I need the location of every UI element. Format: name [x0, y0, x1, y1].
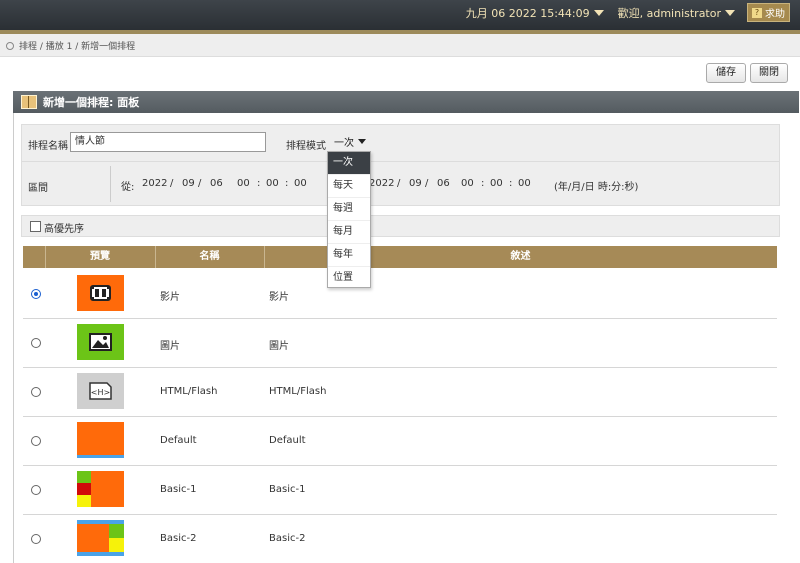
table-row[interactable]: Default Default	[23, 417, 777, 466]
schedule-name-input[interactable]: 情人節	[70, 132, 266, 152]
user-menu[interactable]: 歡迎, administrator	[618, 5, 735, 21]
datetime-dropdown[interactable]: 九月 06 2022 15:44:09	[466, 5, 604, 21]
date-sep: /	[170, 178, 174, 189]
row-radio[interactable]	[31, 485, 41, 495]
table-row[interactable]: 圖片 圖片	[23, 319, 777, 368]
from-year[interactable]: 2022	[142, 178, 167, 189]
row-name: HTML/Flash	[160, 386, 218, 397]
chevron-down-icon	[593, 9, 604, 16]
mode-option-weekly[interactable]: 每週	[328, 198, 370, 221]
divider	[110, 166, 111, 202]
col-select	[23, 246, 46, 268]
image-icon	[77, 324, 124, 360]
time-sep: :	[509, 178, 513, 189]
bullet-icon	[6, 41, 14, 50]
priority-row: 高優先序	[21, 215, 780, 237]
mode-option-yearly[interactable]: 每年	[328, 244, 370, 267]
row-name: 圖片	[160, 341, 180, 352]
to-day[interactable]: 06	[437, 178, 450, 189]
panel-title: 新增一個排程: 面板	[43, 96, 140, 109]
from-day[interactable]: 06	[210, 178, 223, 189]
time-sep: :	[481, 178, 485, 189]
from-month[interactable]: 09	[182, 178, 195, 189]
to-month[interactable]: 09	[409, 178, 422, 189]
row-name: 影片	[160, 292, 180, 303]
to-hour[interactable]: 00	[461, 178, 474, 189]
date-sep: /	[198, 178, 202, 189]
from-second[interactable]: 00	[294, 178, 307, 189]
to-minute[interactable]: 00	[490, 178, 503, 189]
row-description: Basic-2	[269, 533, 306, 544]
layout-basic-2-icon	[77, 520, 124, 556]
table-row[interactable]: 影片 影片	[23, 270, 777, 319]
chevron-down-icon	[358, 139, 366, 144]
row-name: Basic-1	[160, 484, 197, 495]
svg-text:<H>: <H>	[91, 388, 110, 397]
row-description: 影片	[269, 292, 289, 303]
mode-label: 排程模式	[286, 141, 326, 152]
form-row-name: 排程名稱 情人節 排程模式 一次	[22, 125, 779, 159]
col-name: 名稱	[155, 246, 265, 268]
date-sep: /	[425, 178, 429, 189]
help-button[interactable]: ? 求助	[747, 3, 790, 22]
row-radio[interactable]	[31, 387, 41, 397]
to-year[interactable]: 2022	[369, 178, 394, 189]
row-description: 圖片	[269, 341, 289, 352]
time-sep: :	[257, 178, 261, 189]
table-header: 預覽 名稱 敘述	[23, 246, 777, 268]
mode-dropdown-menu: 一次 每天 每週 每月 每年 位置	[327, 151, 371, 288]
top-bar-right: 九月 06 2022 15:44:09 歡迎, administrator ? …	[452, 3, 790, 22]
from-minute[interactable]: 00	[266, 178, 279, 189]
mode-select[interactable]: 一次	[334, 134, 366, 149]
format-hint: (年/月/日 時:分:秒)	[554, 182, 639, 193]
row-radio[interactable]	[31, 289, 41, 299]
schedule-form: 排程名稱 情人節 排程模式 一次 區間 從: 2022 / 09 / 06 00…	[21, 124, 780, 206]
to-second[interactable]: 00	[518, 178, 531, 189]
form-row-interval: 區間	[22, 161, 779, 206]
mode-option-daily[interactable]: 每天	[328, 175, 370, 198]
from-label: 從:	[121, 182, 135, 193]
mode-option-once[interactable]: 一次	[328, 152, 370, 175]
time-sep: :	[285, 178, 289, 189]
panel-icon	[21, 95, 37, 109]
help-icon: ?	[752, 7, 762, 18]
top-bar: 九月 06 2022 15:44:09 歡迎, administrator ? …	[0, 0, 800, 34]
col-preview: 預覽	[45, 246, 156, 268]
help-label: 求助	[765, 9, 785, 20]
breadcrumb-bar: 排程 / 播放 1 / 新增一個排程	[0, 34, 800, 57]
mode-option-monthly[interactable]: 每月	[328, 221, 370, 244]
row-description: HTML/Flash	[269, 386, 327, 397]
date-sep: /	[397, 178, 401, 189]
row-radio[interactable]	[31, 436, 41, 446]
close-button[interactable]: 關閉	[750, 63, 788, 83]
row-name: Default	[160, 435, 197, 446]
video-icon	[77, 275, 124, 311]
mode-value: 一次	[334, 138, 354, 149]
welcome-text: 歡迎, administrator	[617, 6, 721, 20]
panel-header: 新增一個排程: 面板	[13, 91, 799, 113]
html-icon: <H>	[77, 373, 124, 409]
chevron-down-icon	[725, 9, 735, 16]
from-hour[interactable]: 00	[237, 178, 250, 189]
name-label: 排程名稱	[28, 141, 68, 152]
row-radio[interactable]	[31, 338, 41, 348]
datetime-text: 九月 06 2022 15:44:09	[465, 6, 590, 20]
row-name: Basic-2	[160, 533, 197, 544]
breadcrumb: 排程 / 播放 1 / 新增一個排程	[6, 39, 135, 52]
row-description: Default	[269, 435, 306, 446]
priority-label: 高優先序	[44, 224, 84, 235]
layout-default-icon	[77, 422, 124, 458]
table-row[interactable]: Basic-1 Basic-1	[23, 466, 777, 515]
table-row[interactable]: <H> HTML/Flash HTML/Flash	[23, 368, 777, 417]
row-description: Basic-1	[269, 484, 306, 495]
priority-checkbox[interactable]	[30, 221, 41, 232]
row-radio[interactable]	[31, 534, 41, 544]
interval-label: 區間	[28, 183, 48, 194]
mode-option-position[interactable]: 位置	[328, 267, 370, 289]
table-row[interactable]: Basic-2 Basic-2	[23, 515, 777, 563]
breadcrumb-text[interactable]: 排程 / 播放 1 / 新增一個排程	[19, 39, 135, 52]
save-button[interactable]: 儲存	[706, 63, 746, 83]
layout-basic-1-icon	[77, 471, 124, 507]
